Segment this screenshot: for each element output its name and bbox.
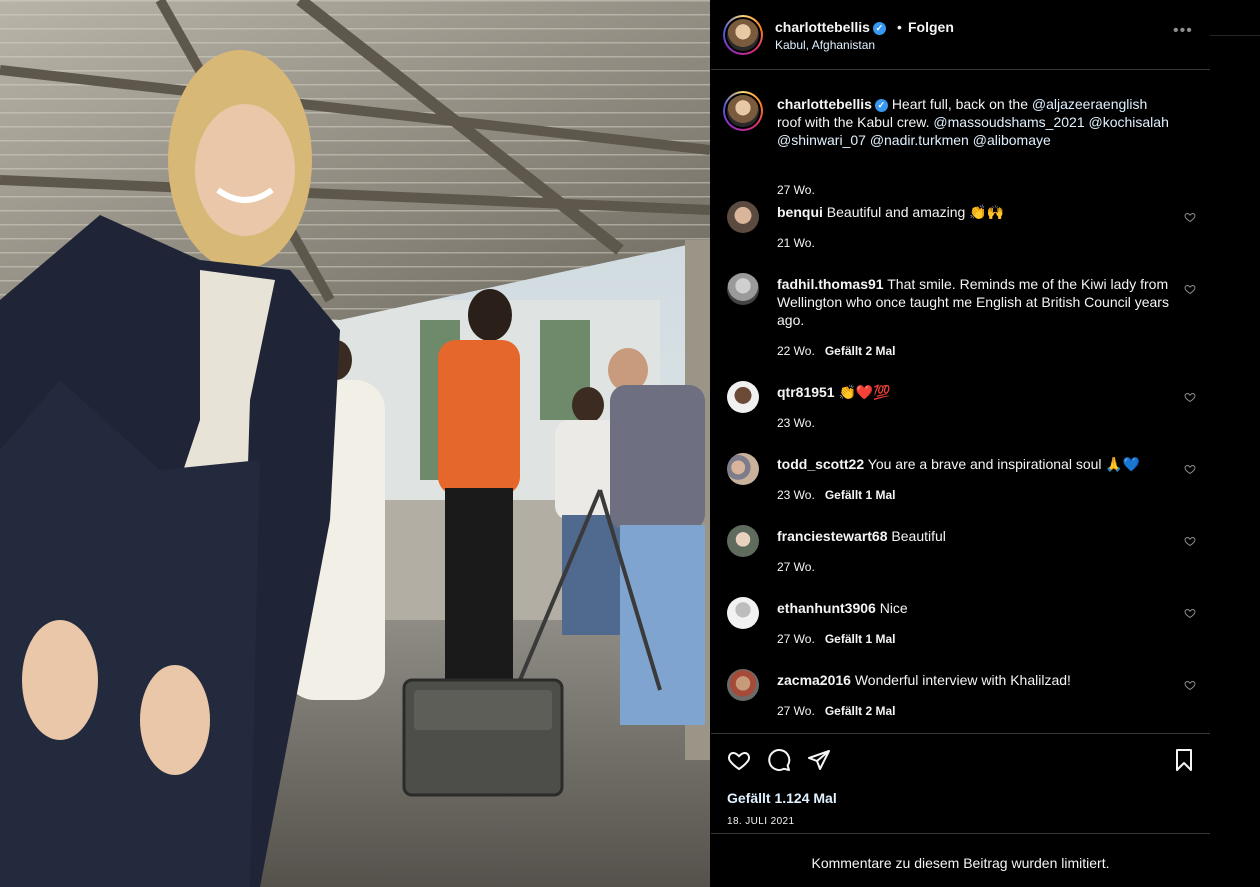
comments-limited-text: Kommentare zu diesem Beitrag wurden limi… [811,855,1110,871]
comment-text: benqui Beautiful and amazing 👏🙌 [777,204,1005,220]
like-comment-heart-icon[interactable] [1184,211,1196,223]
page-edge [1210,0,1260,887]
comment-text: todd_scott22 You are a brave and inspira… [777,456,1141,472]
rooftop-photo [0,0,710,887]
like-comment-heart-icon[interactable] [1184,463,1196,475]
commenter-avatar[interactable] [727,453,759,485]
post-photo[interactable] [0,0,710,887]
mention-link[interactable]: @nadir.turkmen [870,132,969,148]
commenter-avatar[interactable] [727,669,759,701]
comment-username[interactable]: franciestewart68 [777,528,888,544]
comment-time[interactable]: 27 Wo. [777,704,815,718]
location-link[interactable]: Kabul, Afghanistan [775,38,875,52]
commenter-avatar[interactable] [727,597,759,629]
comment-likes[interactable]: Gefällt 2 Mal [825,704,896,718]
comment-likes[interactable]: Gefällt 2 Mal [825,344,896,358]
like-comment-heart-icon[interactable] [1184,679,1196,691]
post-header: charlottebellis ✓ • Folgen Kabul, Afghani… [711,0,1210,70]
comment-meta: 21 Wo. [777,236,815,250]
comment-meta: 27 Wo. Gefällt 2 Mal [777,704,896,718]
more-icon[interactable]: ••• [1173,22,1193,40]
author-avatar[interactable] [723,15,763,55]
commenter-avatar[interactable] [727,525,759,557]
commenter-avatar[interactable] [727,201,759,233]
bookmark-icon[interactable] [1172,748,1196,772]
comment-likes[interactable]: Gefällt 1 Mal [825,632,896,646]
comment-meta: 22 Wo. Gefällt 2 Mal [777,344,896,358]
like-comment-heart-icon[interactable] [1184,535,1196,547]
comment-text: zacma2016 Wonderful interview with Khali… [777,672,1071,688]
comment-username[interactable]: qtr81951 [777,384,835,400]
likes-count[interactable]: Gefällt 1.124 Mal [727,790,837,806]
like-comment-heart-icon[interactable] [1184,391,1196,403]
comment-time[interactable]: 23 Wo. [777,488,815,502]
mention-link[interactable]: @aljazeeraenglish [1032,96,1147,112]
heart-icon[interactable] [727,748,751,772]
post-date[interactable]: 18. JULI 2021 [727,816,794,827]
caption-text: charlottebellis ✓ Heart full, back on the… [777,96,1169,148]
comment-username[interactable]: fadhil.thomas91 [777,276,884,292]
comment-text: fadhil.thomas91 That smile. Reminds me o… [777,276,1169,328]
comment-time[interactable]: 27 Wo. [777,560,815,574]
comment-time[interactable]: 22 Wo. [777,344,815,358]
comment-username[interactable]: zacma2016 [777,672,851,688]
share-icon[interactable] [807,748,831,772]
caption-username[interactable]: charlottebellis ✓ [777,96,888,112]
comments-list[interactable]: charlottebellis ✓ Heart full, back on the… [711,71,1210,732]
comment-time[interactable]: 21 Wo. [777,236,815,250]
comment-username[interactable]: todd_scott22 [777,456,864,472]
caption-time[interactable]: 27 Wo. [777,183,815,197]
verified-icon: ✓ [874,99,888,112]
post-side-panel: charlottebellis ✓ • Folgen Kabul, Afghani… [711,0,1210,887]
author-username[interactable]: charlottebellis ✓ [775,19,886,35]
comment-text: ethanhunt3906 Nice [777,600,908,616]
mention-link[interactable]: @shinwari_07 [777,132,866,148]
comment-meta: 23 Wo. [777,416,815,430]
comment-meta: 27 Wo. [777,560,815,574]
mention-link[interactable]: @massoudshams_2021 [933,114,1084,130]
separator-dot: • [897,19,902,35]
commenter-avatar[interactable] [727,381,759,413]
post-actions: Gefällt 1.124 Mal 18. JULI 2021 [711,733,1210,833]
verified-icon: ✓ [872,22,886,35]
comment-username[interactable]: ethanhunt3906 [777,600,876,616]
caption-avatar[interactable] [723,91,763,131]
comment-meta: 23 Wo. Gefällt 1 Mal [777,488,896,502]
comments-limited-notice: Kommentare zu diesem Beitrag wurden limi… [711,833,1210,887]
comment-text: franciestewart68 Beautiful [777,528,946,544]
like-comment-heart-icon[interactable] [1184,283,1196,295]
comment-icon[interactable] [767,748,791,772]
mention-link[interactable]: @kochisalah [1089,114,1169,130]
comment-time[interactable]: 27 Wo. [777,632,815,646]
comment-meta: 27 Wo. Gefällt 1 Mal [777,632,896,646]
follow-button[interactable]: Folgen [908,19,954,35]
commenter-avatar[interactable] [727,273,759,305]
comment-username[interactable]: benqui [777,204,823,220]
comment-text: qtr81951 👏❤️💯 [777,384,891,400]
like-comment-heart-icon[interactable] [1184,607,1196,619]
comment-likes[interactable]: Gefällt 1 Mal [825,488,896,502]
comment-time[interactable]: 23 Wo. [777,416,815,430]
mention-link[interactable]: @alibomaye [973,132,1051,148]
